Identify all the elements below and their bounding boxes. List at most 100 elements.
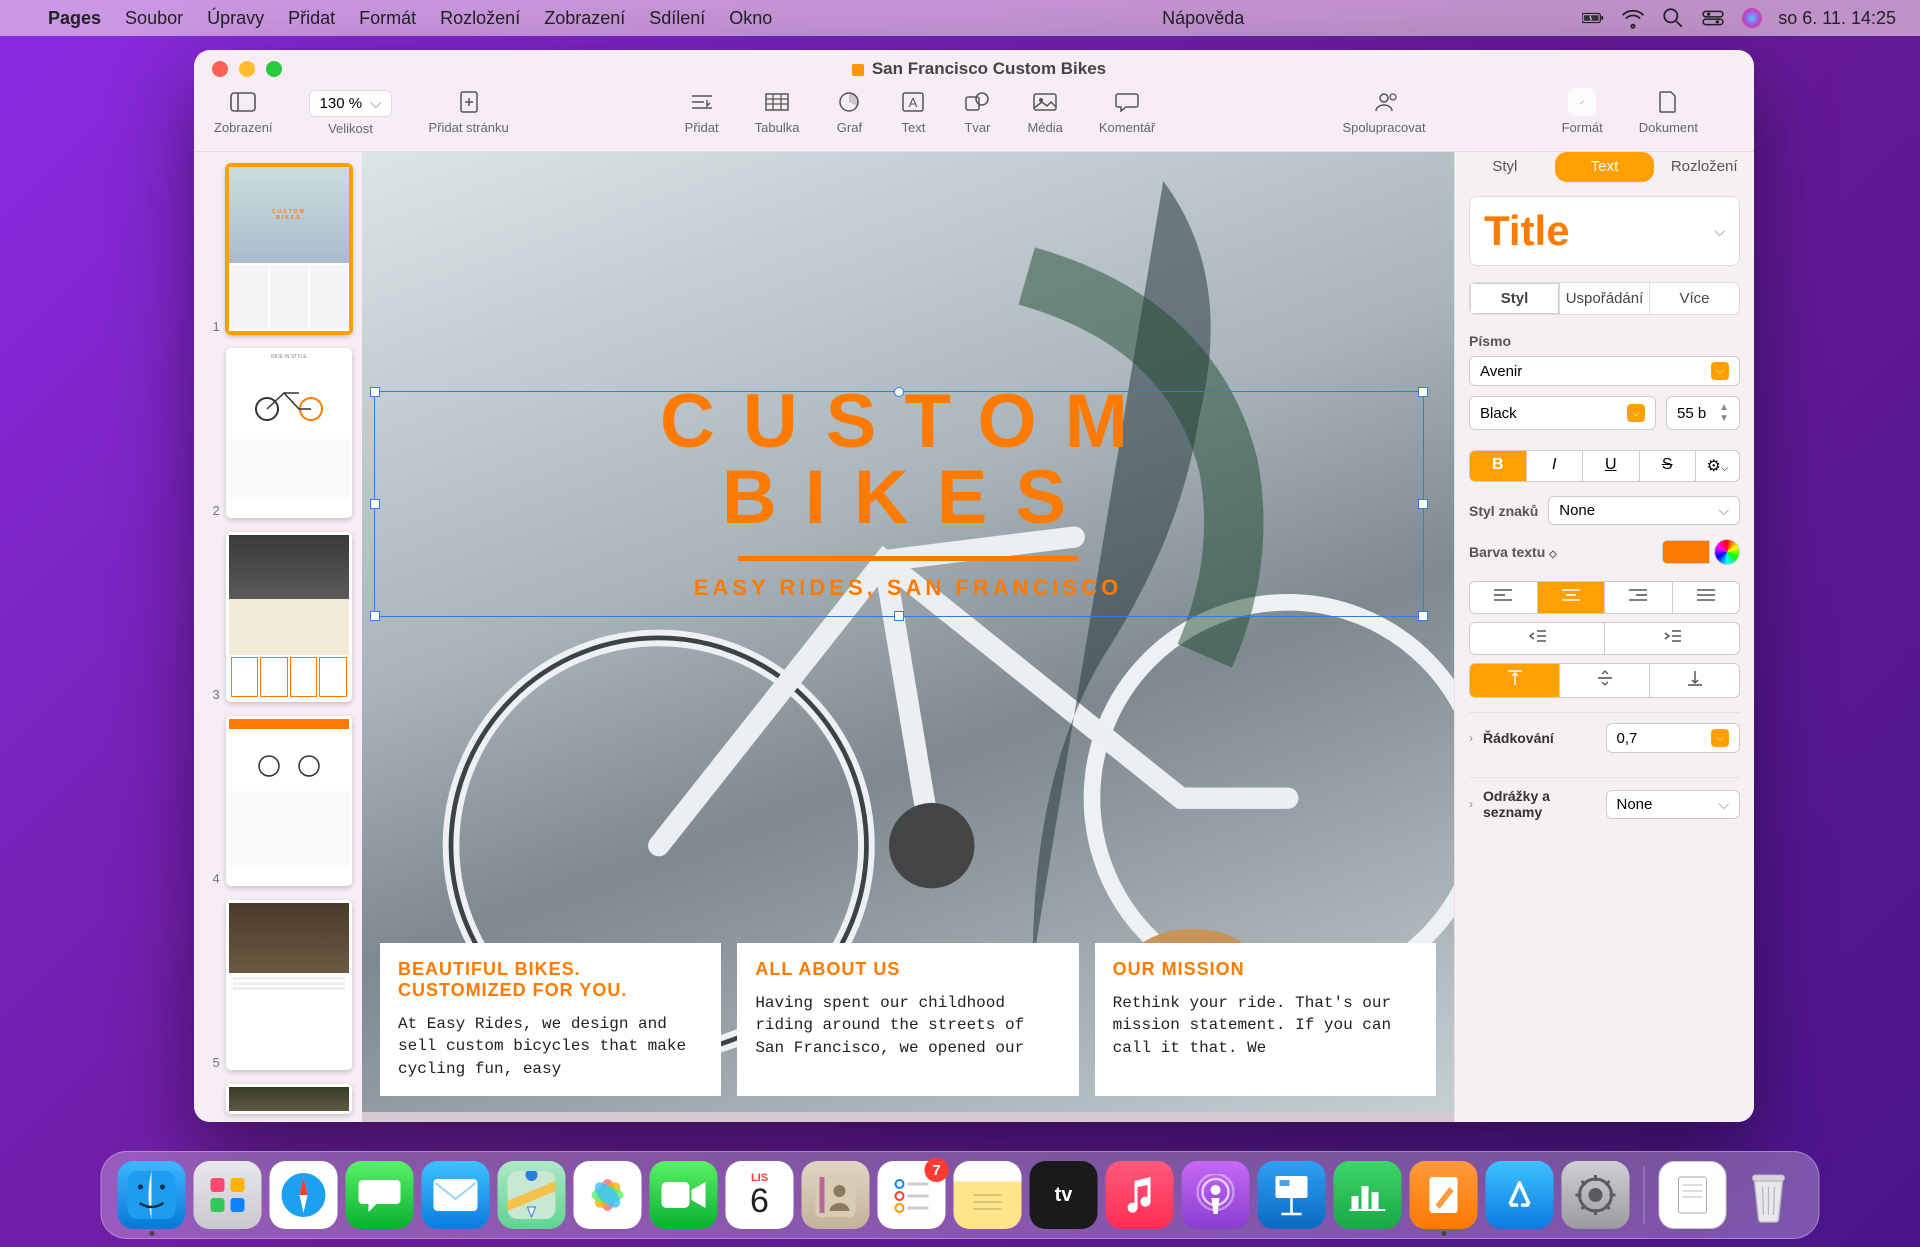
- toolbar-view[interactable]: Zobrazení: [214, 88, 273, 135]
- resize-handle-mr[interactable]: [1418, 499, 1428, 509]
- wifi-icon[interactable]: [1622, 7, 1644, 29]
- toolbar-media[interactable]: Média: [1027, 88, 1062, 135]
- resize-handle-tl[interactable]: [370, 387, 380, 397]
- valign-bottom-button[interactable]: [1650, 663, 1740, 698]
- battery-icon[interactable]: [1582, 7, 1604, 29]
- align-right-button[interactable]: [1605, 581, 1673, 614]
- color-swatch[interactable]: [1662, 540, 1710, 564]
- document-page[interactable]: CUSTOM BIKES EASY RIDES, SAN FRANCISCO: [362, 152, 1454, 1112]
- subtab-layout[interactable]: Uspořádání: [1559, 283, 1649, 314]
- toolbar-shape[interactable]: Tvar: [963, 88, 991, 135]
- toolbar-table[interactable]: Tabulka: [755, 88, 800, 135]
- dock-tv[interactable]: tv: [1030, 1161, 1098, 1229]
- dock-messages[interactable]: [346, 1161, 414, 1229]
- resize-handle-bl[interactable]: [370, 611, 380, 621]
- control-center-icon[interactable]: [1702, 7, 1724, 29]
- dock-photos[interactable]: [574, 1161, 642, 1229]
- dock-mail[interactable]: [422, 1161, 490, 1229]
- menu-help[interactable]: Nápověda: [1162, 8, 1244, 29]
- thumb-page-1[interactable]: CUSTOMBIKES: [226, 164, 352, 334]
- zoom-button[interactable]: [266, 61, 282, 77]
- dock-settings[interactable]: [1562, 1161, 1630, 1229]
- line-spacing-select[interactable]: 0,7⌵: [1606, 723, 1741, 753]
- dock-music[interactable]: [1106, 1161, 1174, 1229]
- dock-keynote[interactable]: [1258, 1161, 1326, 1229]
- dock-maps[interactable]: [498, 1161, 566, 1229]
- minimize-button[interactable]: [239, 61, 255, 77]
- resize-handle-tr[interactable]: [1418, 387, 1428, 397]
- dock-safari[interactable]: [270, 1161, 338, 1229]
- menu-file[interactable]: Soubor: [125, 8, 183, 29]
- menu-insert[interactable]: Přidat: [288, 8, 335, 29]
- close-button[interactable]: [212, 61, 228, 77]
- thumb-page-3[interactable]: [226, 532, 352, 702]
- align-left-button[interactable]: [1469, 581, 1538, 614]
- dock-trash[interactable]: [1735, 1161, 1803, 1229]
- font-family-select[interactable]: Avenir⌵: [1469, 356, 1740, 386]
- menu-window[interactable]: Okno: [729, 8, 772, 29]
- resize-handle-tm[interactable]: [894, 387, 904, 397]
- thumb-page-5[interactable]: [226, 900, 352, 1070]
- resize-handle-ml[interactable]: [370, 499, 380, 509]
- resize-handle-br[interactable]: [1418, 611, 1428, 621]
- dock-podcasts[interactable]: [1182, 1161, 1250, 1229]
- toolbar-comment[interactable]: Komentář: [1099, 88, 1155, 135]
- italic-button[interactable]: I: [1527, 450, 1584, 482]
- app-name[interactable]: Pages: [48, 8, 101, 29]
- menu-view[interactable]: Zobrazení: [544, 8, 625, 29]
- dock-numbers[interactable]: [1334, 1161, 1402, 1229]
- menu-arrange[interactable]: Rozložení: [440, 8, 520, 29]
- bullets-row[interactable]: › Odrážky a seznamy None⌵: [1469, 777, 1740, 830]
- advanced-options-button[interactable]: ⚙︎⌵: [1696, 450, 1740, 482]
- toolbar-add-page[interactable]: Přidat stránku: [428, 88, 508, 135]
- indent-button[interactable]: [1605, 622, 1740, 655]
- menubar-clock[interactable]: so 6. 11. 14:25: [1778, 8, 1896, 29]
- dock-contacts[interactable]: [802, 1161, 870, 1229]
- dock-pages[interactable]: [1410, 1161, 1478, 1229]
- menu-edit[interactable]: Úpravy: [207, 8, 264, 29]
- siri-icon[interactable]: [1742, 8, 1762, 28]
- column-3[interactable]: OUR MISSION Rethink your ride. That's ou…: [1095, 943, 1436, 1096]
- dock-reminders[interactable]: 7: [878, 1161, 946, 1229]
- dock-calendar[interactable]: LIS 6: [726, 1161, 794, 1229]
- tab-text[interactable]: Text: [1555, 152, 1655, 182]
- toolbar-collaborate[interactable]: Spolupracovat: [1342, 88, 1425, 135]
- outdent-button[interactable]: [1469, 622, 1605, 655]
- subtab-style[interactable]: Styl: [1470, 283, 1559, 314]
- toolbar-chart[interactable]: Graf: [835, 88, 863, 135]
- tab-arrange[interactable]: Rozložení: [1654, 152, 1754, 182]
- toolbar-format[interactable]: Formát: [1562, 88, 1603, 135]
- spotlight-icon[interactable]: [1662, 7, 1684, 29]
- dock-appstore[interactable]: [1486, 1161, 1554, 1229]
- tab-style[interactable]: Styl: [1455, 152, 1555, 182]
- menu-share[interactable]: Sdílení: [649, 8, 705, 29]
- bold-button[interactable]: B: [1469, 450, 1527, 482]
- thumb-page-4[interactable]: [226, 716, 352, 886]
- bullets-select[interactable]: None⌵: [1606, 790, 1741, 819]
- font-size-stepper[interactable]: 55 b▲▼: [1666, 396, 1740, 430]
- paragraph-style-picker[interactable]: Title ⌵: [1469, 196, 1740, 266]
- column-1[interactable]: BEAUTIFUL BIKES.CUSTOMIZED FOR YOU. At E…: [380, 943, 721, 1096]
- column-2[interactable]: ALL ABOUT US Having spent our childhood …: [737, 943, 1078, 1096]
- valign-top-button[interactable]: [1469, 663, 1560, 698]
- align-center-button[interactable]: [1538, 581, 1606, 614]
- line-spacing-row[interactable]: › Řádkování 0,7⌵: [1469, 712, 1740, 763]
- dock-notes[interactable]: [954, 1161, 1022, 1229]
- toolbar-insert[interactable]: Přidat: [685, 88, 719, 135]
- dock-launchpad[interactable]: [194, 1161, 262, 1229]
- text-color-control[interactable]: [1662, 539, 1740, 565]
- valign-middle-button[interactable]: [1560, 663, 1650, 698]
- menu-format[interactable]: Formát: [359, 8, 416, 29]
- underline-button[interactable]: U: [1583, 450, 1640, 482]
- align-justify-button[interactable]: [1673, 581, 1741, 614]
- page-thumbnails[interactable]: 1CUSTOMBIKES 2RIDE IN STYLE 3 4 5: [194, 152, 362, 1122]
- thumb-page-6[interactable]: [226, 1084, 352, 1114]
- dock-finder[interactable]: [118, 1161, 186, 1229]
- strikethrough-button[interactable]: S: [1640, 450, 1697, 482]
- char-style-select[interactable]: None⌵: [1548, 496, 1740, 525]
- thumb-page-2[interactable]: RIDE IN STYLE: [226, 348, 352, 518]
- subtab-more[interactable]: Více: [1649, 283, 1739, 314]
- canvas[interactable]: CUSTOM BIKES EASY RIDES, SAN FRANCISCO: [362, 152, 1454, 1122]
- dock-recent-doc[interactable]: [1659, 1161, 1727, 1229]
- color-wheel-icon[interactable]: [1714, 539, 1740, 565]
